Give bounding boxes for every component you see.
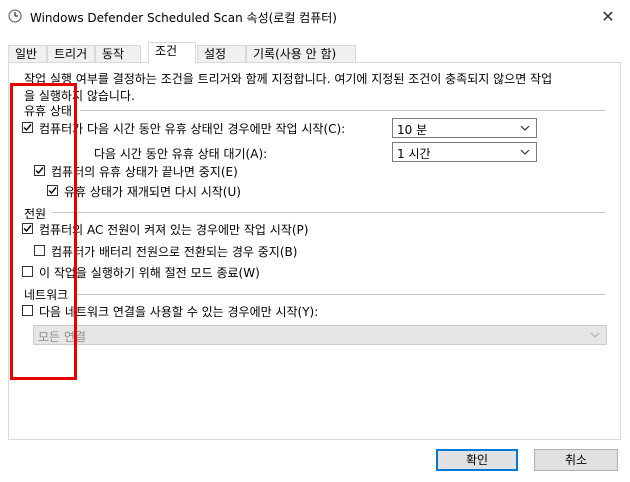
wait-for-idle-value: 1 시간 [397, 147, 431, 161]
title-bar: Windows Defender Scheduled Scan 속성(로컬 컴퓨… [0, 0, 630, 34]
stop-if-not-idle-checkbox[interactable] [34, 165, 45, 176]
close-button[interactable]: ✕ [590, 2, 626, 32]
checkmark-icon [23, 225, 32, 233]
network-only-label: 다음 네트워크 연결을 사용할 수 있는 경우에만 시작(Y): [39, 305, 319, 319]
tab-conditions[interactable]: 조건 [148, 42, 196, 64]
restart-if-idle-label: 유휴 상태가 재개되면 다시 시작(U) [64, 185, 241, 199]
idle-group-label: 유휴 상태 [24, 104, 72, 118]
network-connection-select[interactable]: 모든 연결 [33, 325, 607, 345]
network-only-checkbox[interactable] [22, 305, 33, 316]
chevron-down-icon [520, 149, 530, 155]
stop-on-battery-label: 컴퓨터가 배터리 전원으로 전환되는 경우 중지(B) [51, 245, 298, 259]
tab-actions[interactable]: 동작 [95, 45, 141, 63]
start-if-idle-checkbox[interactable] [22, 122, 33, 133]
stop-on-battery-checkbox[interactable] [34, 245, 45, 256]
idle-duration-select[interactable]: 10 분 [392, 118, 537, 138]
tab-triggers[interactable]: 트리거 [47, 45, 95, 63]
network-separator [76, 294, 605, 295]
idle-separator [80, 110, 605, 111]
ok-button[interactable]: 확인 [436, 449, 518, 471]
tab-settings[interactable]: 설정 [197, 45, 246, 63]
power-separator [52, 212, 605, 213]
power-group-label: 전원 [24, 207, 47, 221]
wait-for-idle-label: 다음 시간 동안 유휴 상태 대기(A): [94, 147, 268, 161]
wake-to-run-checkbox[interactable] [22, 266, 33, 277]
network-group-label: 네트워크 [24, 288, 69, 302]
chevron-down-icon [590, 332, 600, 338]
close-icon: ✕ [601, 7, 615, 26]
stop-if-not-idle-label: 컴퓨터의 유휴 상태가 끝나면 중지(E) [51, 165, 238, 179]
window-title: Windows Defender Scheduled Scan 속성(로컬 컴퓨… [30, 11, 337, 25]
wait-for-idle-select[interactable]: 1 시간 [392, 142, 537, 162]
tab-history[interactable]: 기록(사용 안 함) [246, 45, 356, 63]
wake-to-run-label: 이 작업을 실행하기 위해 절전 모드 종료(W) [39, 266, 260, 280]
checkmark-icon [48, 187, 57, 195]
clock-icon [8, 9, 22, 23]
network-connection-value: 모든 연결 [38, 330, 86, 344]
description-line-1: 작업 실행 여부를 결정하는 조건을 트리거와 함께 지정합니다. 여기에 지정… [24, 72, 553, 86]
start-if-idle-label: 컴퓨터가 다음 시간 동안 유휴 상태인 경우에만 작업 시작(C): [39, 122, 346, 136]
restart-if-idle-checkbox[interactable] [47, 185, 58, 196]
idle-duration-value: 10 분 [397, 123, 428, 137]
ac-power-checkbox[interactable] [22, 223, 33, 234]
cancel-button[interactable]: 취소 [534, 449, 618, 471]
tab-general[interactable]: 일반 [8, 45, 47, 63]
chevron-down-icon [520, 125, 530, 131]
checkmark-icon [35, 167, 44, 175]
checkmark-icon [23, 124, 32, 132]
ac-power-label: 컴퓨터의 AC 전원이 켜져 있는 경우에만 작업 시작(P) [39, 223, 309, 237]
